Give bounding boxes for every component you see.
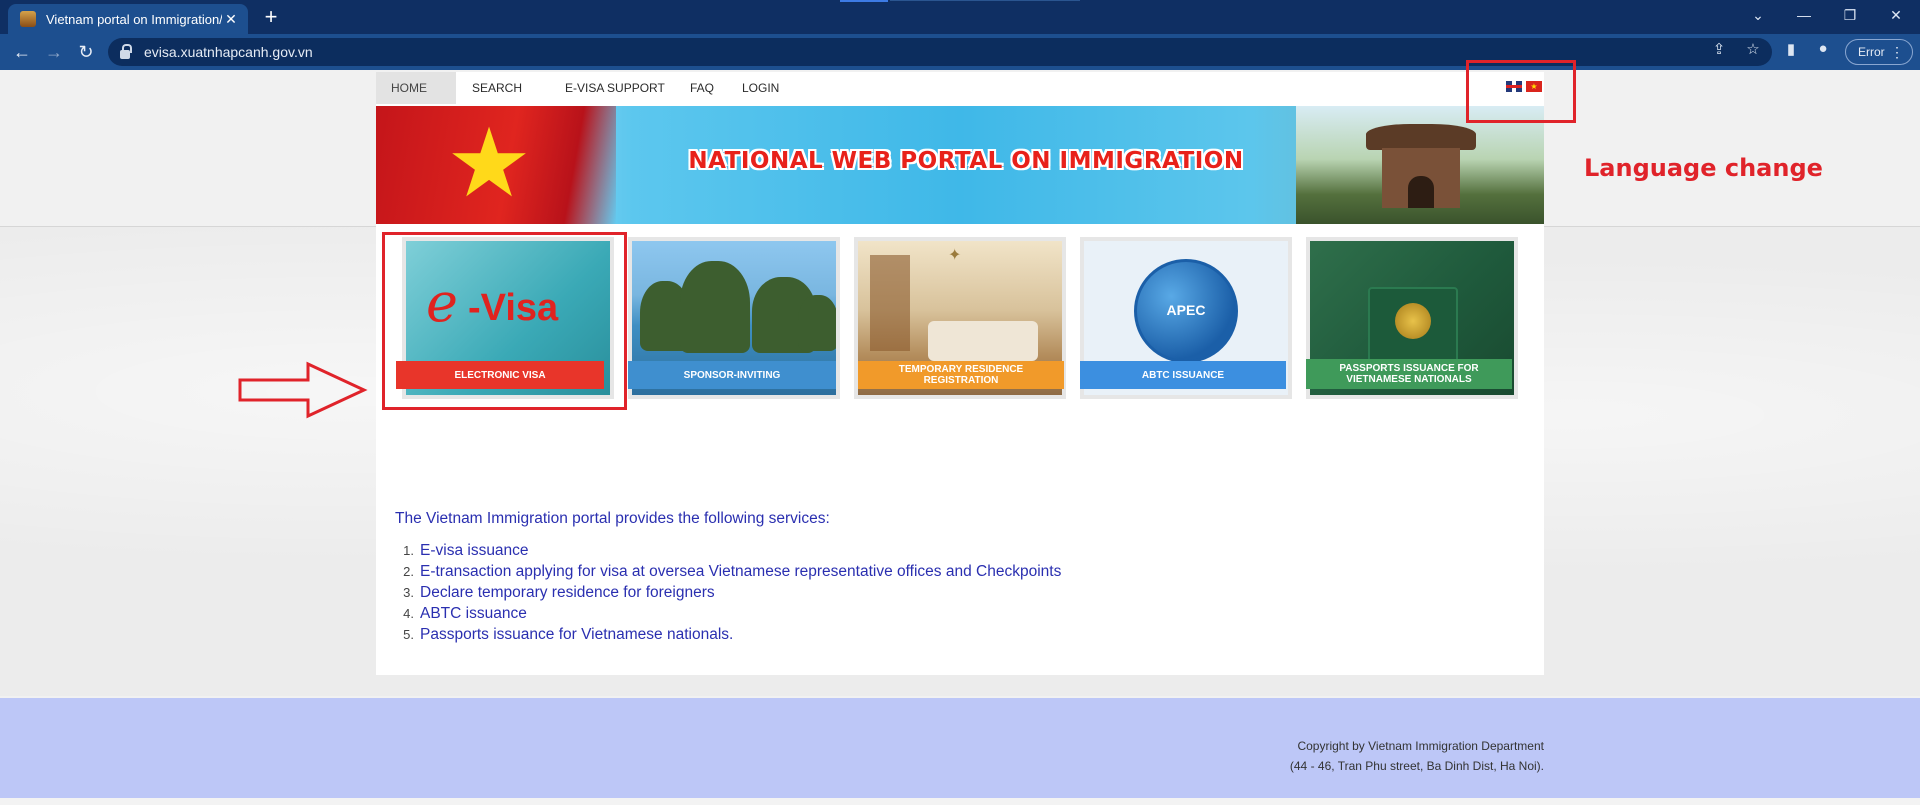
footer-line-1: Copyright by Vietnam Immigration Departm… <box>1297 739 1544 753</box>
services-list: 1. E-visa issuance 2. E-transaction applyi… <box>395 540 1061 645</box>
browser-tab-bar: Vietnam portal on Immigration/\ ✕ + ⌄ — … <box>0 0 1920 34</box>
lock-icon <box>120 43 132 59</box>
menu-item-e-visa-support[interactable]: E-VISA SUPPORT <box>565 72 665 104</box>
tab-strip-divider <box>890 0 1080 1</box>
list-item: 5. Passports issuance for Vietnamese nati… <box>403 626 734 643</box>
window-close-icon[interactable]: ✕ <box>1874 0 1918 30</box>
bottom-strip <box>0 798 1920 805</box>
flag-star-icon: ★ <box>446 110 533 217</box>
service-label-sponsor-inviting: SPONSOR-INVITING <box>628 361 836 389</box>
globe-icon: APEC <box>1134 259 1238 363</box>
service-card-passports-issuance[interactable]: PASSPORTS ISSUANCE FOR VIETNAMESE NATION… <box>1306 237 1518 399</box>
browser-toolbar: ← → ↻ evisa.xuatnhapcanh.gov.vn ⇪ ☆ ▮ ● … <box>0 34 1920 70</box>
list-item: 4. ABTC issuance <box>403 605 527 622</box>
annotation-language-change: Language change <box>1584 154 1823 182</box>
list-item: 2. E-transaction applying for visa at ove… <box>403 563 1062 580</box>
menu-item-search[interactable]: SEARCH <box>472 72 522 104</box>
address-url: evisa.xuatnhapcanh.gov.vn <box>144 44 313 60</box>
restore-icon[interactable]: ❐ <box>1828 0 1872 30</box>
service-card-abtc-issuance[interactable]: APEC ABTC ISSUANCE <box>1080 237 1292 399</box>
national-emblem-icon <box>1395 303 1431 339</box>
tab-strip-indicator <box>840 0 888 2</box>
close-icon[interactable]: ✕ <box>222 11 240 28</box>
annotation-highlight-evisa <box>382 232 627 410</box>
service-card-sponsor-inviting[interactable]: SPONSOR-INVITING <box>628 237 840 399</box>
forward-arrow-icon[interactable]: → <box>42 40 66 64</box>
menu-item-login[interactable]: LOGIN <box>742 72 779 104</box>
main-menu: HOME SEARCH E-VISA SUPPORT FAQ LOGIN ★ <box>376 72 1544 104</box>
apec-logo-text: APEC <box>1166 302 1206 318</box>
site-favicon-icon <box>20 11 36 27</box>
more-icon[interactable]: ⋮ <box>1890 44 1904 61</box>
banner-title: NATIONAL WEB PORTAL ON IMMIGRATION <box>688 148 1244 174</box>
service-label-temporary-residence: TEMPORARY RESIDENCE REGISTRATION <box>858 361 1064 389</box>
tab-title: Vietnam portal on Immigration/\ <box>46 11 222 27</box>
share-icon[interactable]: ⇪ <box>1708 40 1730 58</box>
side-panel-icon[interactable]: ▮ <box>1780 40 1802 58</box>
star-icon[interactable]: ☆ <box>1742 40 1764 58</box>
annotation-arrow-icon <box>238 361 368 419</box>
reload-icon[interactable]: ↻ <box>74 40 98 64</box>
back-arrow-icon[interactable]: ← <box>10 40 34 64</box>
header-banner: ★ NATIONAL WEB PORTAL ON IMMIGRATION <box>376 106 1544 224</box>
list-item: 1. E-visa issuance <box>403 542 529 559</box>
service-label-abtc-issuance: ABTC ISSUANCE <box>1080 361 1286 389</box>
footer-line-2: (44 - 46, Tran Phu street, Ba Dinh Dist,… <box>1289 759 1544 773</box>
chevron-down-icon[interactable]: ⌄ <box>1736 0 1780 30</box>
profile-icon[interactable]: ● <box>1812 40 1834 57</box>
services-intro: The Vietnam Immigration portal provides … <box>395 510 830 527</box>
profile-error-button[interactable]: Error ⋮ <box>1845 39 1913 65</box>
footer-copyright: Copyright by Vietnam Immigration Departm… <box>0 736 1544 776</box>
temple-image <box>1296 106 1544 224</box>
browser-tab[interactable]: Vietnam portal on Immigration/\ ✕ <box>8 4 248 34</box>
error-label: Error <box>1858 45 1885 59</box>
annotation-highlight-language <box>1466 60 1576 123</box>
new-tab-icon[interactable]: + <box>258 4 284 30</box>
page-footer: Copyright by Vietnam Immigration Departm… <box>0 698 1920 798</box>
web-page: HOME SEARCH E-VISA SUPPORT FAQ LOGIN ★ ★… <box>0 60 1920 805</box>
minimize-icon[interactable]: — <box>1782 0 1826 30</box>
list-item: 3. Declare temporary residence for foreig… <box>403 584 715 601</box>
service-label-passports-issuance: PASSPORTS ISSUANCE FOR VIETNAMESE NATION… <box>1306 359 1512 389</box>
service-card-temporary-residence[interactable]: ✦ TEMPORARY RESIDENCE REGISTRATION <box>854 237 1066 399</box>
menu-item-home[interactable]: HOME <box>376 72 456 104</box>
menu-item-faq[interactable]: FAQ <box>690 72 714 104</box>
